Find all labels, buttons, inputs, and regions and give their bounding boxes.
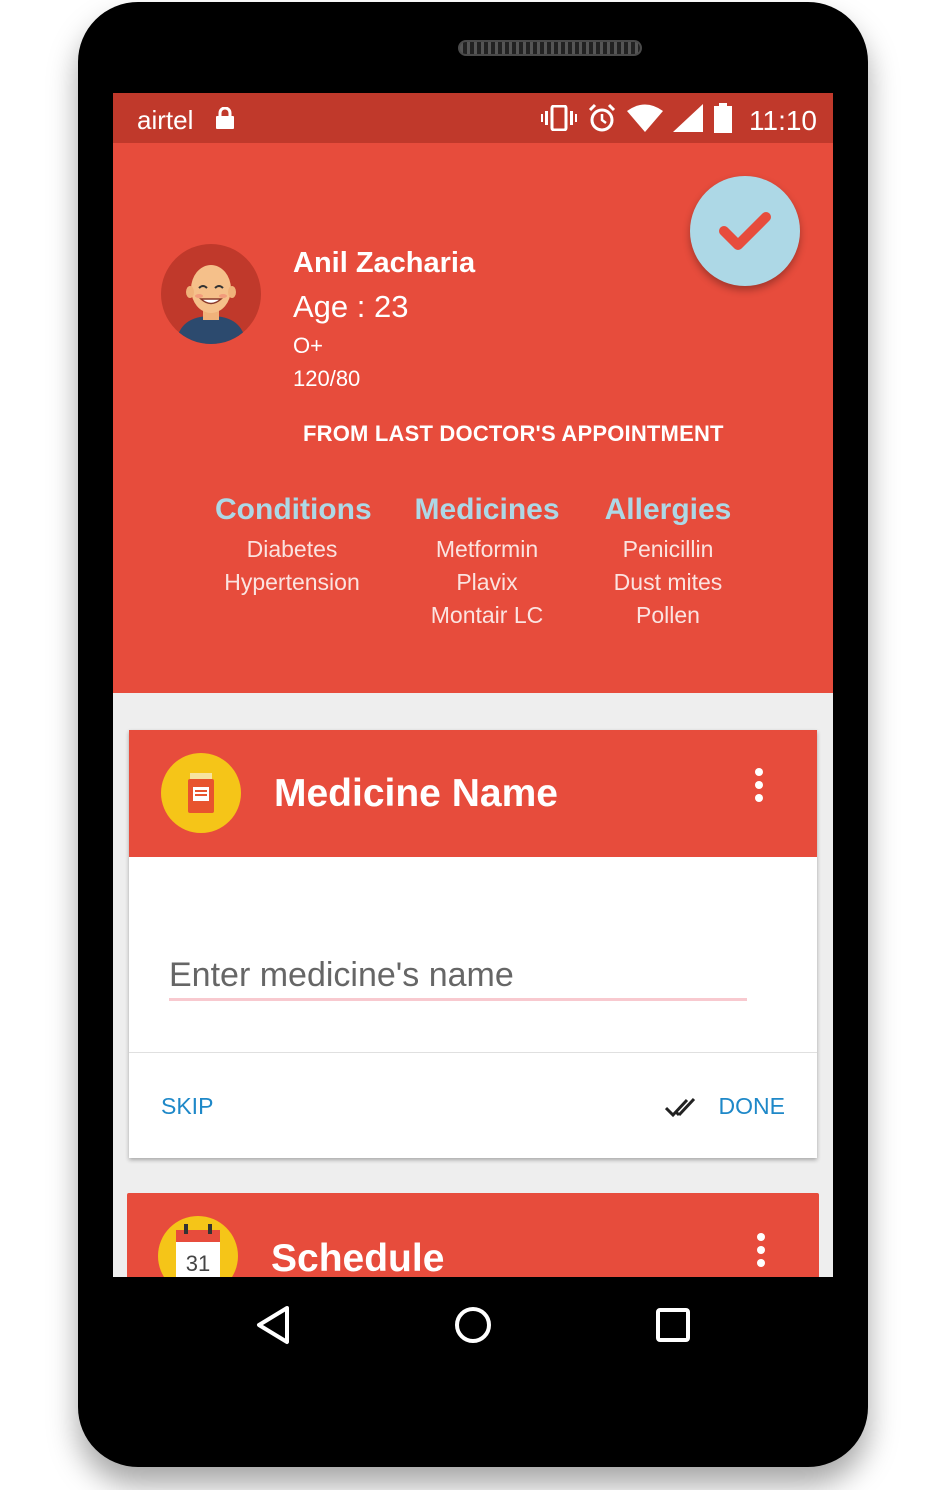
avatar [161,244,261,344]
more-options-icon[interactable] [755,768,765,807]
medicine-item: Plavix [456,569,518,595]
battery-icon [713,103,733,138]
signal-icon [673,104,703,137]
confirm-button[interactable] [690,176,800,286]
condition-item: Hypertension [224,569,360,595]
schedule-card: 31 Schedule [127,1193,819,1277]
calendar-day: 31 [186,1251,210,1276]
double-check-icon [664,1097,695,1117]
home-icon[interactable] [454,1305,492,1350]
conditions-title: Conditions [215,493,372,526]
medicines-column: Medicines Metformin Plavix Montair LC [411,493,563,632]
clock: 11:10 [749,104,817,136]
medicine-name-card: Medicine Name SKIP DONE [129,730,817,1158]
conditions-column: Conditions Diabetes Hypertension [215,493,372,599]
medicine-name-input[interactable] [169,952,747,1001]
speaker-grille [458,40,642,56]
medicines-title: Medicines [414,493,560,526]
medicine-card-title: Medicine Name [274,772,558,815]
more-options-icon[interactable] [757,1233,767,1272]
vibrate-icon [541,104,577,136]
calendar-icon: 31 [158,1216,238,1277]
recents-icon[interactable] [655,1305,691,1350]
schedule-card-title: Schedule [271,1237,445,1277]
alarm-icon [587,103,617,138]
profile-header: Anil Zacharia Age : 23 O+ 120/80 FROM LA… [113,143,833,693]
navigation-bar [113,1277,833,1373]
back-icon[interactable] [255,1305,291,1350]
status-bar: airtel 11:10 [113,93,833,143]
patient-age: Age : 23 [293,289,409,324]
condition-item: Diabetes [246,536,338,562]
skip-button[interactable]: SKIP [161,1093,213,1120]
allergy-item: Dust mites [613,569,723,595]
allergy-item: Pollen [636,602,700,628]
allergies-title: Allergies [604,493,732,526]
last-appointment-label: FROM LAST DOCTOR'S APPOINTMENT [303,421,724,446]
pill-bottle-icon [161,753,241,833]
allergies-column: Allergies Penicillin Dust mites Pollen [603,493,733,632]
lock-icon [215,106,235,134]
done-button[interactable]: DONE [664,1093,785,1120]
medicine-card-header: Medicine Name [129,730,817,857]
allergy-item: Penicillin [622,536,714,562]
blood-group: O+ [293,333,323,358]
blood-pressure: 120/80 [293,366,361,391]
screen: airtel 11:10 Anil Zacharia Age: 23 O+ 1… [113,93,833,1277]
status-icons: 11:10 [541,103,817,138]
medicine-item: Metformin [435,536,539,562]
card-divider [129,1052,817,1053]
wifi-icon [627,104,663,137]
done-label: DONE [718,1093,785,1119]
medicine-item: Montair LC [430,602,544,628]
patient-name: Anil Zacharia [293,247,476,279]
checkmark-icon [719,212,771,250]
carrier-name: airtel [137,105,194,135]
